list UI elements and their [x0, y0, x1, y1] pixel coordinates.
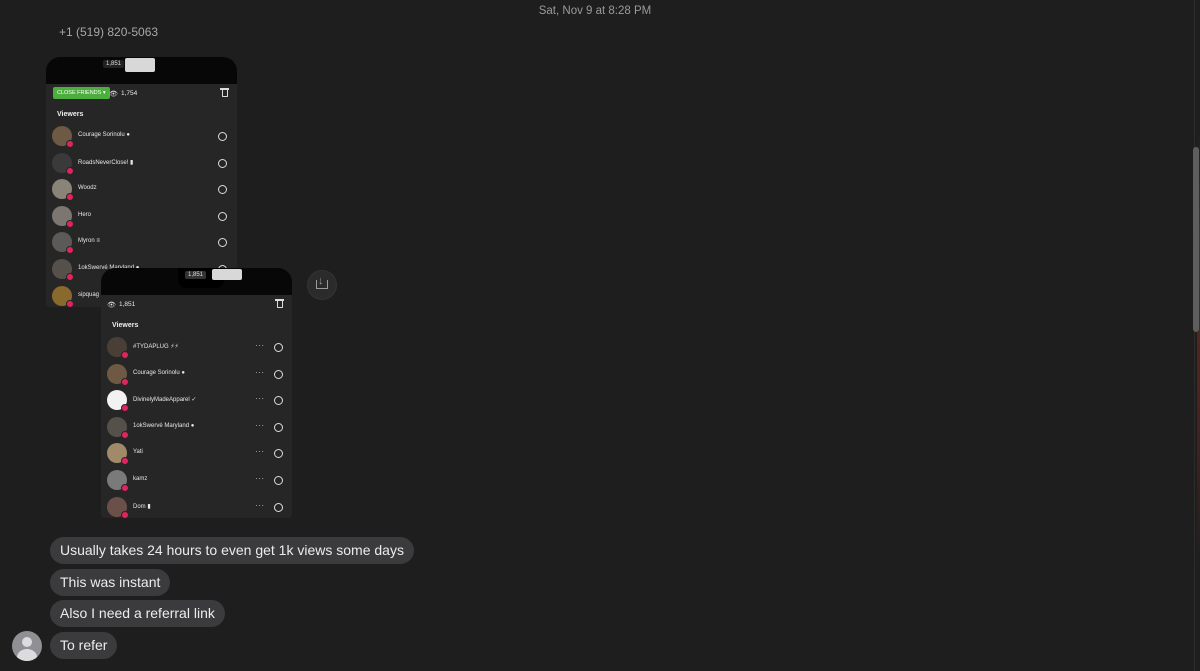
story-toolbar: CLOSE FRIENDS ▾ 👁 1,754 [46, 84, 237, 106]
more-options-icon[interactable]: ··· [255, 447, 265, 456]
heart-icon [66, 246, 74, 255]
viewers-heading: Viewers [57, 111, 84, 118]
heart-icon [66, 166, 74, 175]
heart-icon [121, 404, 129, 413]
viewer-name: kamz [133, 475, 148, 482]
trash-icon [220, 87, 229, 98]
message-icon[interactable] [274, 396, 283, 406]
viewer-row[interactable]: RoadsNeverClose! ▮ [46, 151, 237, 178]
viewer-row[interactable]: DivinelyMadeApparel ✓ ··· [101, 388, 292, 415]
viewer-row[interactable]: Myron ≡ [46, 230, 237, 257]
heart-icon [121, 377, 129, 386]
viewer-row[interactable]: Courage Sorinolu ● [46, 124, 237, 151]
heart-icon [66, 219, 74, 228]
message-icon[interactable] [218, 211, 227, 221]
viewer-name: Woodz [78, 185, 97, 192]
story-toolbar: 👁 1,851 [101, 295, 292, 317]
heart-icon [121, 483, 129, 492]
view-count: 1,754 [121, 90, 138, 97]
contact-avatar[interactable] [12, 631, 42, 661]
viewer-row[interactable]: kamz ··· [101, 468, 292, 495]
message-icon[interactable] [218, 158, 227, 168]
mini-view-count: 1,851 [185, 271, 207, 279]
viewer-row[interactable]: Dom ▮ ··· [101, 495, 292, 518]
story-thumbnail [212, 269, 242, 280]
viewer-name: Yati [133, 449, 143, 456]
heart-icon [121, 351, 129, 359]
viewer-name: DivinelyMadeApparel ✓ [133, 397, 197, 404]
heart-icon [66, 299, 74, 307]
trash-icon [275, 298, 284, 309]
more-options-icon[interactable]: ··· [255, 368, 265, 377]
viewer-row[interactable]: Woodz [46, 177, 237, 204]
mini-view-count: 1,851 [103, 60, 125, 68]
heart-icon [121, 457, 129, 466]
eye-icon: 👁 [109, 91, 118, 98]
story-thumbnail [125, 58, 155, 72]
heart-icon [66, 193, 74, 202]
heart-icon [121, 430, 129, 439]
viewer-row[interactable]: #TYDAPLUG ⚡⚡ ··· [101, 335, 292, 362]
message-bubble[interactable]: Also I need a referral link [50, 600, 225, 627]
eye-icon: 👁 [107, 302, 116, 309]
viewer-name: sipquag [78, 291, 100, 298]
message-icon[interactable] [274, 343, 283, 352]
screenshot-status-area: 1,851 [101, 268, 292, 295]
message-icon[interactable] [274, 449, 283, 459]
message-icon[interactable] [218, 185, 227, 195]
message-icon[interactable] [274, 502, 283, 512]
heart-icon [66, 140, 74, 148]
view-count: 1,851 [119, 301, 136, 308]
heart-icon [121, 510, 129, 518]
timestamp: Sat, Nov 9 at 8:28 PM [538, 5, 652, 17]
viewer-name: Courage Sorinolu ● [78, 132, 130, 138]
message-bubble[interactable]: This was instant [50, 569, 171, 596]
screenshot-status-area: 1,851 [46, 57, 237, 84]
sender-name: +1 (519) 820-5063 [59, 25, 159, 39]
viewer-name: Myron ≡ [78, 238, 100, 245]
message-icon[interactable] [218, 132, 227, 141]
viewer-name: 1okSwervé Maryland ● [133, 422, 195, 429]
more-options-icon[interactable]: ··· [255, 341, 265, 350]
viewer-name: #TYDAPLUG ⚡⚡ [133, 344, 179, 350]
viewers-heading: Viewers [112, 322, 139, 329]
message-icon[interactable] [274, 369, 283, 379]
message-bubble[interactable]: Usually takes 24 hours to even get 1k vi… [50, 537, 414, 564]
viewer-list: #TYDAPLUG ⚡⚡ ··· Courage Sorinolu ● ··· Divi… [101, 335, 292, 518]
viewer-name: Courage Sorinolu ● [133, 369, 185, 376]
message-bubble[interactable]: To refer [50, 632, 118, 659]
more-options-icon[interactable]: ··· [255, 474, 265, 483]
viewer-row[interactable]: Yati ··· [101, 441, 292, 468]
viewer-name: Hero [78, 211, 92, 218]
more-options-icon[interactable]: ··· [255, 394, 265, 403]
message-icon[interactable] [274, 475, 283, 485]
scrollbar-track[interactable] [1194, 0, 1195, 671]
viewer-row[interactable]: Courage Sorinolu ● ··· [101, 362, 292, 389]
viewer-row[interactable]: Hero [46, 204, 237, 231]
scrollbar-thumb[interactable] [1193, 147, 1199, 332]
close-friends-badge: CLOSE FRIENDS ▾ [53, 87, 110, 99]
message-icon[interactable] [218, 238, 227, 248]
more-options-icon[interactable]: ··· [255, 421, 265, 430]
save-download-button[interactable] [307, 270, 337, 300]
more-options-icon[interactable]: ··· [255, 501, 265, 510]
heart-icon [66, 272, 74, 281]
viewer-name: RoadsNeverClose! ▮ [78, 159, 134, 166]
viewer-name: Dom ▮ [133, 503, 151, 510]
viewer-row[interactable]: 1okSwervé Maryland ● ··· [101, 415, 292, 442]
message-icon[interactable] [274, 422, 283, 432]
story-viewers-screenshot-2[interactable]: 1,851 👁 1,851 Viewers #TYDAPLUG ⚡⚡ ··· Cou… [101, 268, 292, 518]
